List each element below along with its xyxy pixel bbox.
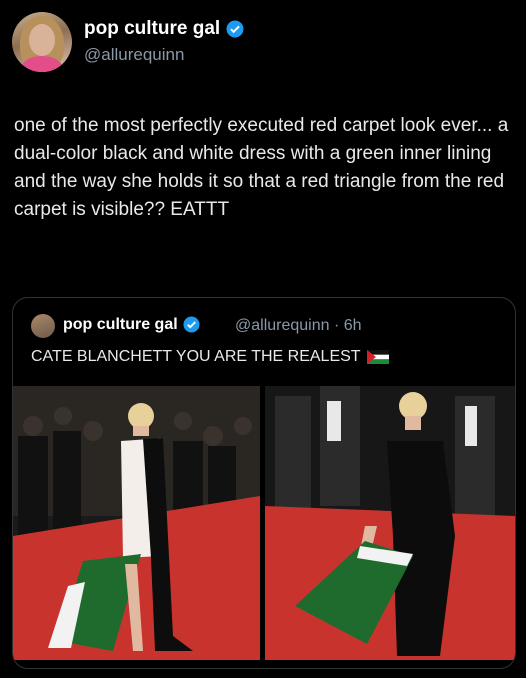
author-name[interactable]: pop culture gal [84, 18, 220, 40]
palestine-flag-icon [366, 350, 389, 364]
quoted-handle-time[interactable]: @allurequinn · 6h [235, 317, 362, 335]
verified-badge-icon [183, 316, 201, 334]
quoted-avatar[interactable] [31, 314, 55, 338]
quoted-name-row[interactable]: pop culture gal [63, 316, 201, 334]
quoted-tweet[interactable]: pop culture gal @allurequinn · 6h CATE B… [12, 297, 516, 669]
quoted-author-name[interactable]: pop culture gal [63, 316, 178, 334]
tweet-text: one of the most perfectly executed red c… [14, 115, 509, 220]
verified-badge-icon [226, 20, 244, 38]
author-name-row[interactable]: pop culture gal [84, 18, 244, 40]
quoted-text-row: CATE BLANCHETT YOU ARE THE REALEST [31, 348, 389, 366]
author-avatar[interactable] [12, 12, 72, 72]
quoted-text: CATE BLANCHETT YOU ARE THE REALEST [31, 348, 361, 365]
red-carpet-photo-right[interactable] [265, 386, 515, 660]
author-handle[interactable]: @allurequinn [84, 45, 184, 65]
red-carpet-photo-left[interactable] [13, 386, 260, 660]
